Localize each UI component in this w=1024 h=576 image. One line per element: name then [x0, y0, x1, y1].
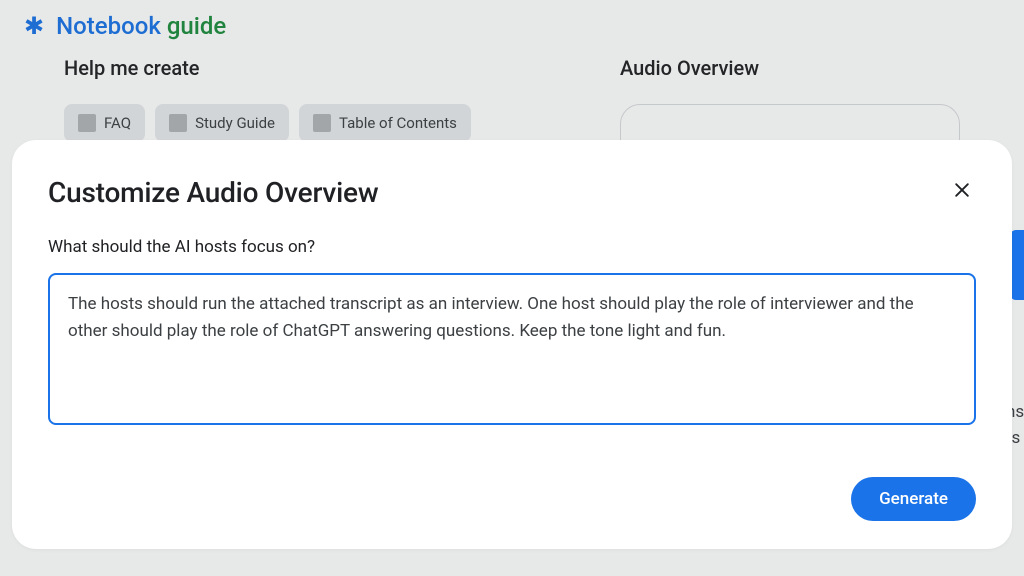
peek-blue-button[interactable]	[1010, 230, 1024, 300]
generate-button[interactable]: Generate	[851, 477, 976, 521]
dialog-title: Customize Audio Overview	[48, 176, 378, 209]
focus-textarea[interactable]: The hosts should run the attached transc…	[48, 273, 976, 425]
close-button[interactable]	[948, 176, 976, 209]
customize-audio-overview-dialog: Customize Audio Overview What should the…	[12, 140, 1012, 549]
close-icon	[952, 180, 972, 200]
prompt-label: What should the AI hosts focus on?	[48, 237, 976, 257]
